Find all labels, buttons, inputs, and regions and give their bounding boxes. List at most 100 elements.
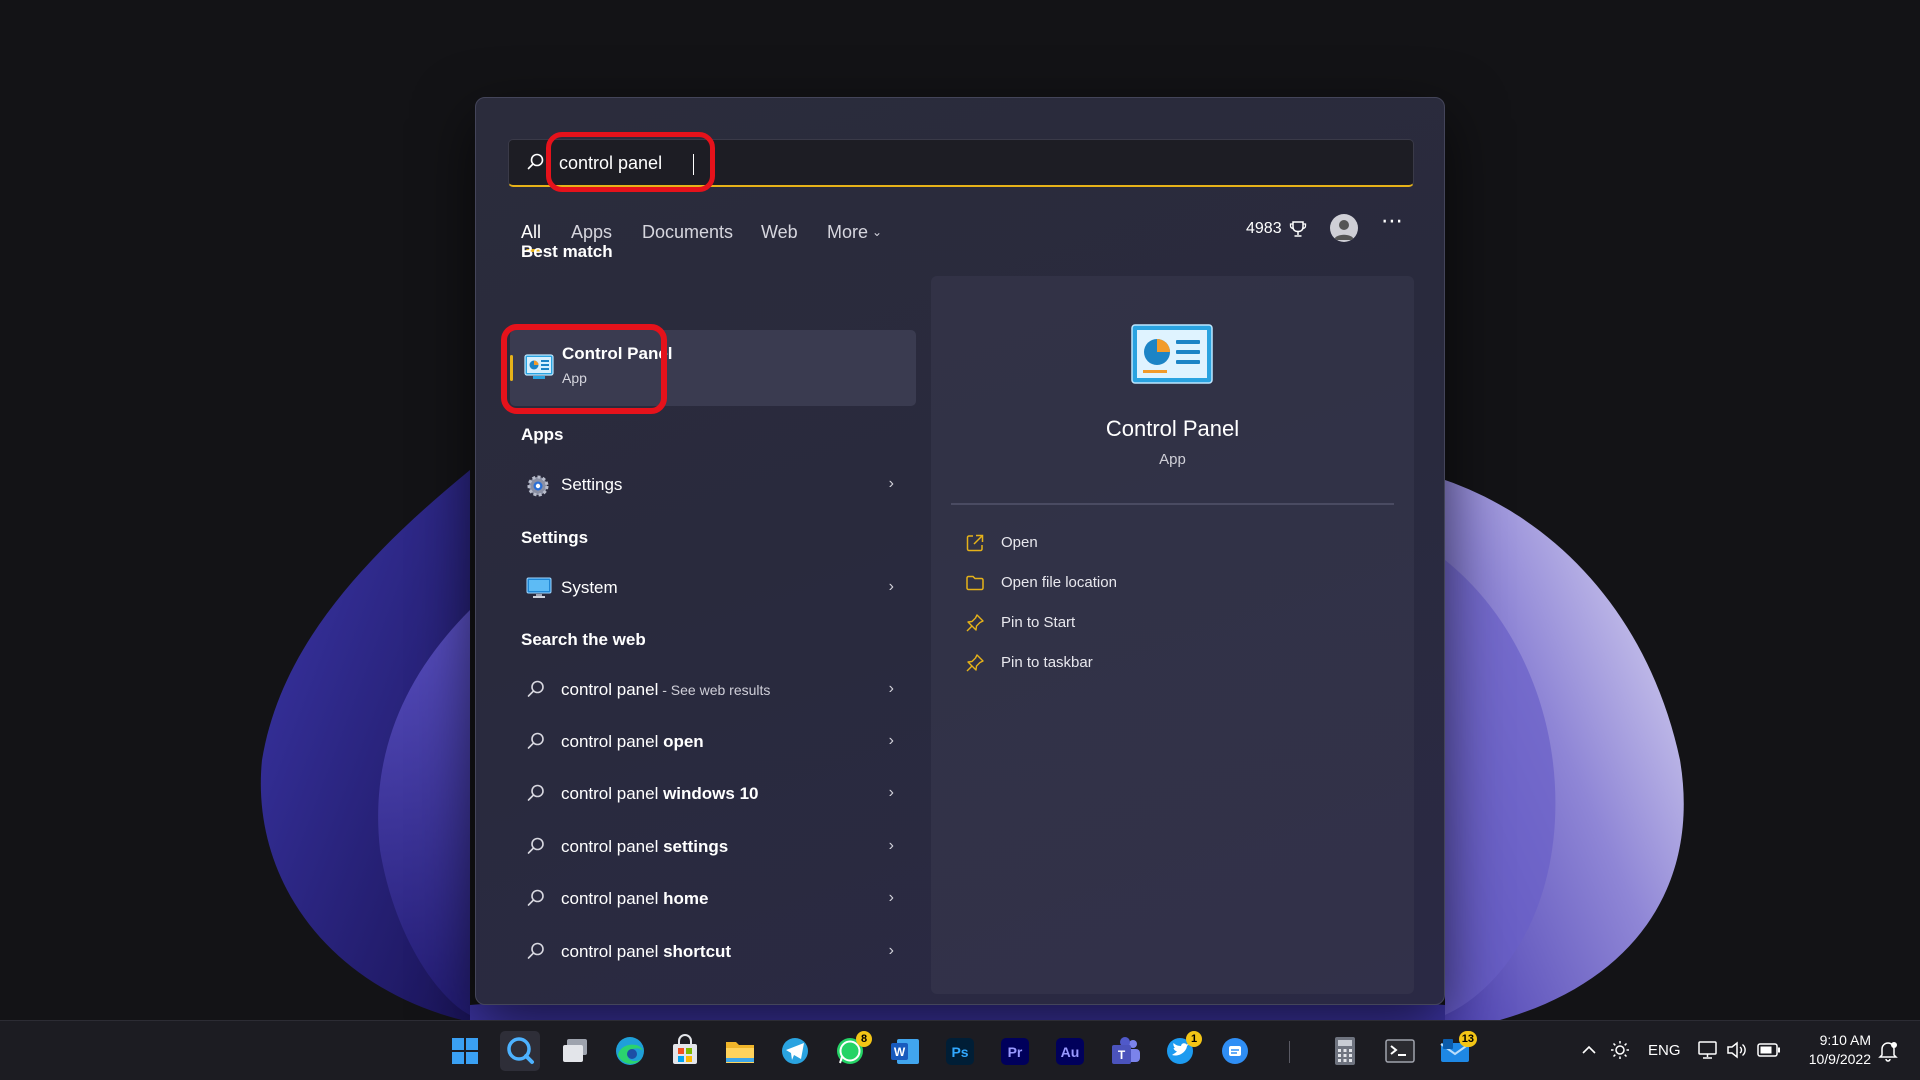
action-open-file-location[interactable]: Open file location: [965, 569, 1365, 599]
chevron-right-icon: ›: [888, 942, 894, 959]
teams-icon[interactable]: T: [1105, 1031, 1145, 1071]
clock-time: 9:10 AM: [1819, 1032, 1871, 1048]
premiere-icon[interactable]: Pr: [995, 1031, 1035, 1071]
notification-badge: 8: [856, 1031, 872, 1047]
windows-start-icon[interactable]: [445, 1031, 485, 1071]
setting-result-label: System: [561, 578, 618, 597]
web-query-text: control panel: [561, 942, 664, 961]
volume-icon[interactable]: [1726, 1040, 1748, 1065]
tab-more-label: More: [827, 222, 869, 242]
whatsapp-icon[interactable]: 8: [830, 1031, 872, 1071]
photoshop-label: Ps: [951, 1044, 968, 1060]
app-result-label: Settings: [561, 475, 623, 494]
chevron-right-icon: ›: [888, 680, 894, 697]
best-match-highlight-ring: [501, 324, 667, 414]
task-view-icon[interactable]: [555, 1031, 595, 1071]
web-result[interactable]: control panel settings ›: [510, 825, 916, 869]
monitor-icon: [526, 577, 552, 604]
web-result[interactable]: control panel home ›: [510, 877, 916, 921]
tab-documents[interactable]: Documents: [642, 222, 733, 243]
audition-icon[interactable]: Au: [1050, 1031, 1090, 1071]
mail-icon[interactable]: 13: [1435, 1031, 1477, 1071]
rewards-points: 4983: [1246, 220, 1282, 237]
folder-icon: [965, 573, 985, 598]
web-result[interactable]: control panel open ›: [510, 720, 916, 764]
action-label: Open file location: [1001, 574, 1117, 591]
search-icon: [526, 836, 546, 861]
chevron-right-icon: ›: [888, 889, 894, 906]
web-query-bold: windows 10: [663, 784, 759, 803]
open-external-icon: [965, 533, 985, 558]
tab-web[interactable]: Web: [761, 222, 798, 243]
calculator-icon[interactable]: [1325, 1031, 1365, 1071]
tab-apps[interactable]: Apps: [571, 222, 612, 243]
svg-text:T: T: [1118, 1048, 1126, 1062]
account-avatar[interactable]: [1330, 214, 1358, 242]
photoshop-icon[interactable]: Ps: [940, 1031, 980, 1071]
notification-bell-icon[interactable]: [1877, 1039, 1899, 1068]
result-detail-pane: Control Panel App Open Open file locatio…: [931, 276, 1414, 994]
web-result-label: control panel - See web results: [561, 680, 770, 700]
action-open[interactable]: Open: [965, 529, 1365, 559]
search-icon: [526, 941, 546, 966]
web-query-bold: home: [663, 889, 709, 908]
chevron-up-icon[interactable]: [1580, 1041, 1598, 1064]
tab-all[interactable]: All: [521, 222, 541, 243]
web-result-label: control panel open: [561, 732, 704, 752]
web-query-bold: open: [663, 732, 704, 751]
setting-result-system[interactable]: System ›: [510, 566, 916, 610]
trophy-icon[interactable]: [1288, 219, 1308, 244]
detail-divider: [951, 503, 1394, 505]
action-label: Open: [1001, 534, 1038, 551]
web-query-text: control panel: [561, 837, 664, 856]
pin-icon: [965, 653, 985, 678]
terminal-icon[interactable]: [1380, 1031, 1420, 1071]
web-results-hint: - See web results: [658, 682, 771, 698]
web-result-label: control panel settings: [561, 837, 728, 857]
battery-icon[interactable]: [1757, 1043, 1781, 1062]
network-icon[interactable]: [1697, 1039, 1719, 1066]
chevron-down-icon: ⌄: [872, 225, 883, 239]
section-settings: Settings: [521, 528, 589, 547]
web-result[interactable]: control panel windows 10 ›: [510, 772, 916, 816]
notification-badge: 13: [1458, 1031, 1477, 1047]
detail-subtitle: App: [1159, 451, 1186, 468]
chevron-right-icon: ›: [888, 784, 894, 801]
app-result-settings[interactable]: Settings ›: [510, 463, 916, 507]
notification-badge: 1: [1186, 1031, 1202, 1047]
web-result[interactable]: control panel shortcut ›: [510, 930, 916, 974]
web-result[interactable]: control panel - See web results ›: [510, 668, 916, 712]
search-icon: [526, 679, 546, 704]
search-icon[interactable]: [500, 1031, 540, 1071]
web-query-bold: shortcut: [663, 942, 732, 961]
word-icon[interactable]: W: [885, 1031, 925, 1071]
settings-gear-icon: [526, 474, 550, 503]
action-pin-to-start[interactable]: Pin to Start: [965, 609, 1365, 639]
premiere-label: Pr: [1008, 1044, 1023, 1060]
action-pin-to-taskbar[interactable]: Pin to taskbar: [965, 649, 1365, 679]
brightness-icon[interactable]: [1610, 1040, 1630, 1065]
microsoft-store-icon[interactable]: [665, 1031, 705, 1071]
web-query-text: control panel: [561, 784, 664, 803]
clock-date: 10/9/2022: [1808, 1051, 1871, 1067]
language-indicator[interactable]: ENG: [1648, 1042, 1681, 1059]
messenger-icon[interactable]: [1215, 1031, 1255, 1071]
search-icon: [526, 731, 546, 756]
audition-label: Au: [1061, 1044, 1080, 1060]
edge-icon[interactable]: [610, 1031, 650, 1071]
file-explorer-icon[interactable]: [720, 1031, 760, 1071]
telegram-icon[interactable]: [775, 1031, 815, 1071]
chevron-right-icon: ›: [888, 837, 894, 854]
twitter-icon[interactable]: 1: [1160, 1031, 1202, 1071]
more-options-icon[interactable]: ⋯: [1381, 208, 1404, 234]
web-query-text: control panel: [561, 889, 664, 908]
web-result-label: control panel shortcut: [561, 942, 731, 962]
action-label: Pin to Start: [1001, 614, 1076, 631]
start-search-panel: All Apps Documents Web More⌄ 4983 ⋯ Best…: [475, 97, 1445, 1005]
clock[interactable]: 9:10 AM 10/9/2022: [1797, 1031, 1871, 1069]
search-icon: [527, 153, 545, 176]
tab-more[interactable]: More ⌄: [827, 222, 882, 243]
control-panel-large-icon: [1131, 324, 1213, 391]
web-query-text: control panel: [561, 732, 664, 751]
svg-text:W: W: [894, 1045, 906, 1059]
